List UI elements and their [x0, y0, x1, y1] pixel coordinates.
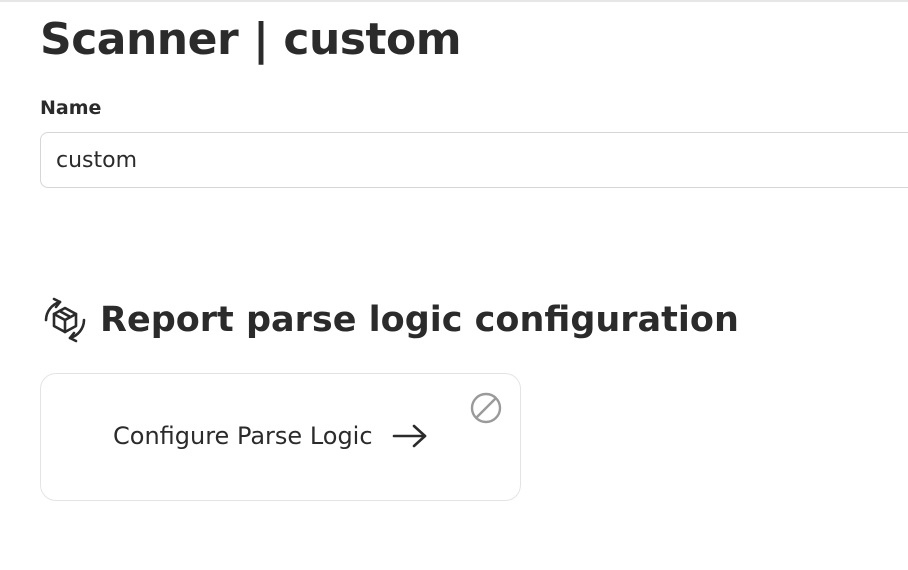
- disabled-icon: [469, 391, 503, 425]
- page-title: Scanner | custom: [40, 14, 462, 65]
- rotating-box-icon: [40, 296, 90, 344]
- name-label: Name: [40, 97, 102, 119]
- configure-parse-logic-link[interactable]: Configure Parse Logic: [113, 422, 429, 450]
- name-input[interactable]: [40, 132, 908, 188]
- configure-parse-logic-label: Configure Parse Logic: [113, 422, 373, 450]
- arrow-right-icon: [391, 422, 429, 450]
- section-heading: Report parse logic configuration: [40, 294, 739, 346]
- top-divider: [0, 0, 908, 2]
- configure-parse-logic-card[interactable]: Configure Parse Logic: [40, 373, 521, 501]
- section-title: Report parse logic configuration: [100, 300, 739, 340]
